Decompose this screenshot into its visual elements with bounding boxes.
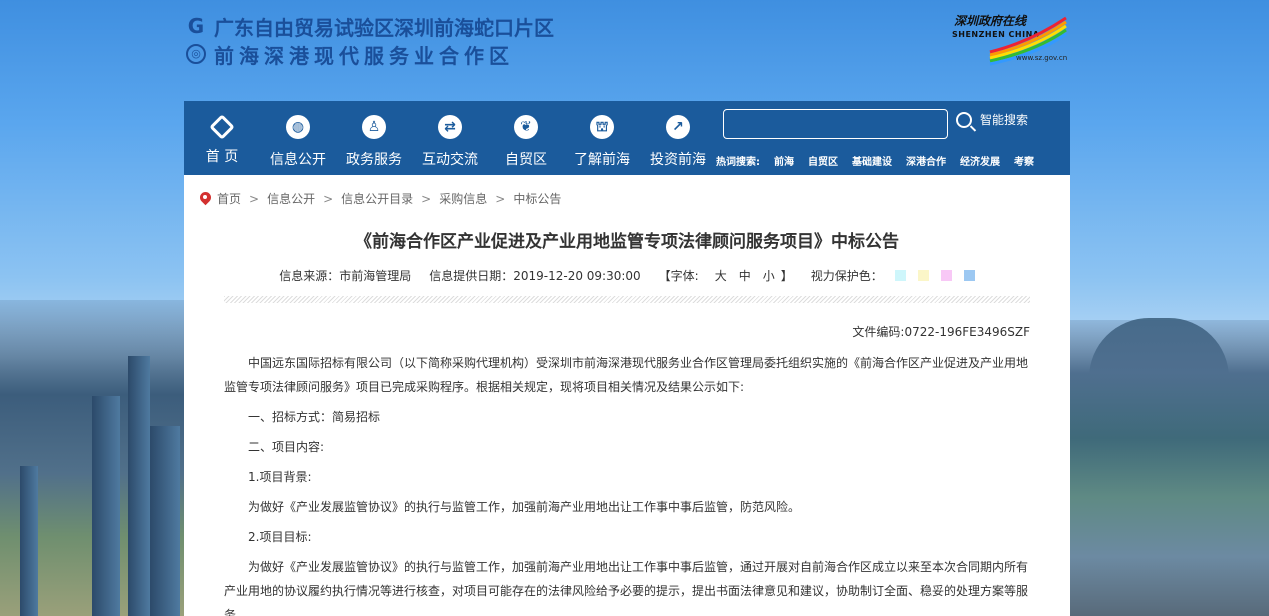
invest-icon: ↗ (666, 115, 690, 139)
article-body: 中国远东国际招标有限公司（以下简称采购代理机构）受深圳市前海深港现代服务业合作区… (224, 351, 1030, 616)
paragraph: 中国远东国际招标有限公司（以下简称采购代理机构）受深圳市前海深港现代服务业合作区… (224, 356, 1029, 394)
brand-line1: 广东自由贸易试验区深圳前海蛇口片区 (214, 15, 554, 40)
logo-url: www.sz.gov.cn (1016, 54, 1068, 62)
font-medium-button[interactable]: 中 (739, 267, 751, 284)
city-skyline-left (0, 300, 184, 616)
nav-info-disclosure[interactable]: ◍ 信息公开 (260, 101, 336, 175)
font-size-label: 【字体: (658, 269, 699, 283)
breadcrumb-procurement[interactable]: 采购信息 (439, 190, 487, 207)
content-panel: 首页 > 信息公开 > 信息公开目录 > 采购信息 > 中标公告 《前海合作区产… (184, 175, 1070, 616)
article-meta: 信息来源：市前海管理局 信息提供日期：2019-12-20 09:30:00 【… (184, 267, 1070, 284)
qianhai-emblem-icon: ◎ (186, 44, 206, 64)
search-icon (956, 111, 972, 128)
breadcrumb-award-notice[interactable]: 中标公告 (513, 190, 561, 207)
hot-word-link[interactable]: 经济发展 (960, 153, 1000, 168)
nav-label: 了解前海 (574, 152, 630, 168)
nav-menu: 首 页 ◍ 信息公开 ♙ 政务服务 ⇄ 互动交流 ❦ 自贸区 ⛫ 了解前海 ↗ … (184, 101, 716, 175)
nav-label: 互动交流 (422, 152, 478, 168)
nav-label: 首 页 (205, 149, 239, 165)
nav-interaction[interactable]: ⇄ 互动交流 (412, 101, 488, 175)
nav-label: 投资前海 (650, 152, 706, 168)
emblem-icon: ⛫ (590, 115, 614, 139)
breadcrumb-separator: > (323, 191, 334, 206)
article-title: 《前海合作区产业促进及产业用地监管专项法律顾问服务项目》中标公告 (355, 232, 899, 252)
nav-gov-services[interactable]: ♙ 政务服务 (336, 101, 412, 175)
info-date: 信息提供日期：2019-12-20 09:30:00 (429, 269, 641, 283)
eye-color-yellow-swatch[interactable] (917, 270, 929, 281)
nav-invest-qianhai[interactable]: ↗ 投资前海 (640, 101, 716, 175)
paragraph: 2.项目目标: (248, 530, 312, 544)
paragraph: 为做好《产业发展监管协议》的执行与监管工作，加强前海产业用地出让工作事中事后监管… (224, 560, 1029, 616)
breadcrumb-separator: > (421, 191, 432, 206)
building (92, 396, 120, 616)
paragraph: 二、项目内容: (248, 440, 325, 454)
info-source: 信息来源：市前海管理局 (279, 269, 412, 283)
hot-words: 热词搜索: 前海 自贸区 基础建设 深港合作 经济发展 考察 (716, 153, 1048, 168)
eye-color-blue-swatch[interactable] (963, 270, 975, 281)
site-brand[interactable]: G 广东自由贸易试验区深圳前海蛇口片区 ◎ 前海深港现代服务业合作区 (186, 14, 554, 68)
breadcrumb-separator: > (249, 191, 260, 206)
exchange-icon: ⇄ (438, 115, 462, 139)
coastline-right (1070, 320, 1269, 616)
hot-word-link[interactable]: 考察 (1014, 153, 1034, 168)
hot-words-label: 热词搜索: (716, 157, 760, 168)
ftz-logo-icon: G (187, 14, 205, 38)
font-small-button[interactable]: 小 (763, 267, 775, 284)
nav-home[interactable]: 首 页 (184, 101, 260, 175)
hot-word-link[interactable]: 前海 (774, 153, 794, 168)
breadcrumb: 首页 > 信息公开 > 信息公开目录 > 采购信息 > 中标公告 (200, 190, 561, 207)
divider (224, 296, 1030, 303)
eye-color-cyan-swatch[interactable] (894, 270, 906, 281)
paragraph: 一、招标方式：简易招标 (248, 410, 381, 424)
brand-line2: 前海深港现代服务业合作区 (214, 43, 514, 68)
building (20, 466, 38, 616)
hot-word-link[interactable]: 深港合作 (906, 153, 946, 168)
eye-protect-label: 视力保护色： (810, 269, 883, 283)
nav-label: 自贸区 (505, 152, 547, 168)
location-pin-icon (200, 192, 211, 206)
breadcrumb-separator: > (495, 191, 506, 206)
nav-label: 政务服务 (346, 152, 402, 168)
document-number: 文件编码:0722-196FE3496SZF (852, 325, 1030, 339)
building (150, 426, 180, 616)
font-large-button[interactable]: 大 (715, 267, 727, 284)
shenzhen-gov-logo[interactable]: 深圳政府在线 SHENZHEN CHINA www.sz.gov.cn (950, 12, 1070, 66)
diamond-icon (209, 114, 235, 140)
search-input[interactable] (723, 109, 948, 139)
breadcrumb-info-catalog[interactable]: 信息公开目录 (341, 190, 413, 207)
main-navbar: 首 页 ◍ 信息公开 ♙ 政务服务 ⇄ 互动交流 ❦ 自贸区 ⛫ 了解前海 ↗ … (184, 101, 1070, 175)
leaf-icon: ❦ (514, 115, 538, 139)
font-size-end: 】 (780, 269, 793, 283)
nav-ftz[interactable]: ❦ 自贸区 (488, 101, 564, 175)
paragraph: 为做好《产业发展监管协议》的执行与监管工作，加强前海产业用地出让工作事中事后监管… (248, 500, 801, 514)
paragraph: 1.项目背景: (248, 470, 312, 484)
search-button-label: 智能搜索 (980, 113, 1029, 127)
building (128, 356, 150, 616)
breadcrumb-home[interactable]: 首页 (217, 190, 241, 207)
hot-word-link[interactable]: 基础建设 (852, 153, 892, 168)
hot-word-link[interactable]: 自贸区 (808, 153, 838, 168)
nav-about-qianhai[interactable]: ⛫ 了解前海 (564, 101, 640, 175)
stamp-icon: ♙ (362, 115, 386, 139)
smart-search-button[interactable]: 智能搜索 (956, 111, 1028, 128)
eye-color-pink-swatch[interactable] (940, 270, 952, 281)
nav-label: 信息公开 (270, 152, 326, 168)
breadcrumb-info-disclosure[interactable]: 信息公开 (267, 190, 315, 207)
globe-icon: ◍ (286, 115, 310, 139)
